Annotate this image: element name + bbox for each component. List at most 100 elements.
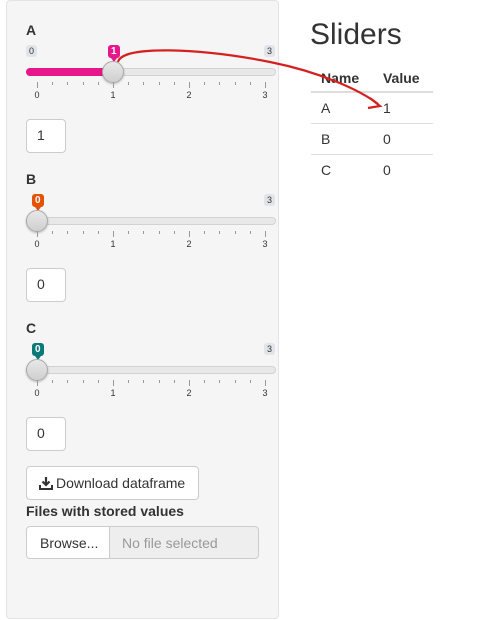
slider-tick [204, 231, 206, 234]
slider-tick [82, 380, 84, 383]
slider-tick [234, 82, 236, 85]
slider-tick [143, 231, 145, 234]
table-cell-value: 0 [372, 122, 433, 154]
slider-tick [143, 380, 145, 383]
slider-tick [67, 231, 69, 234]
slider-tick [219, 231, 221, 234]
column-header-name: Name [311, 66, 373, 93]
slider-a-fill [26, 68, 113, 76]
slider-tick-label: 3 [262, 90, 268, 100]
slider-tick [128, 82, 130, 85]
slider-tick [113, 82, 114, 88]
table-row: C 0 [311, 153, 433, 185]
slider-tick [265, 231, 266, 237]
download-icon [39, 476, 53, 493]
slider-c-handle[interactable] [26, 359, 48, 381]
slider-b-numeric-input[interactable]: 0 [26, 268, 66, 302]
slider-tick [158, 82, 160, 85]
download-button-label: Download dataframe [56, 475, 186, 491]
table-row: B 0 [311, 122, 433, 154]
slider-b-value-badge: 0 [32, 194, 44, 211]
slider-tick [173, 380, 175, 383]
slider-a-min: 0 [26, 45, 38, 57]
slider-tick [219, 380, 221, 383]
slider-b-max: 3 [264, 194, 276, 206]
slider-tick-label: 2 [186, 388, 192, 398]
slider-tick-label: 0 [34, 388, 40, 398]
slider-tick [52, 82, 54, 85]
slider-b-ticks: 0 1 2 3 [26, 231, 276, 251]
slider-tick [37, 231, 38, 237]
slider-tick [128, 231, 130, 234]
slider-tick [249, 380, 251, 383]
slider-tick [113, 231, 114, 237]
slider-tick [143, 82, 145, 85]
slider-c-numeric-input[interactable]: 0 [26, 417, 66, 451]
column-header-value: Value [372, 66, 433, 93]
slider-tick [67, 380, 69, 383]
slider-tick [82, 82, 84, 85]
table-cell-name: B [311, 122, 373, 154]
slider-tick [234, 380, 236, 383]
slider-tick-label: 2 [186, 239, 192, 249]
slider-c-track[interactable] [26, 366, 276, 374]
slider-tick [128, 380, 130, 383]
slider-tick-label: 3 [262, 239, 268, 249]
slider-tick [158, 231, 160, 234]
table-cell-value: 0 [372, 153, 433, 185]
file-name-field[interactable]: No file selected [110, 526, 259, 559]
slider-tick [265, 82, 266, 88]
slider-tick [265, 380, 266, 386]
table-cell-name: C [311, 153, 373, 185]
slider-tick [204, 82, 206, 85]
slider-tick [189, 82, 190, 88]
slider-b-label: B [26, 171, 37, 187]
values-table: Name Value A 1 B 0 C 0 [311, 66, 433, 185]
table-cell-value: 1 [382, 99, 391, 116]
slider-tick [113, 380, 114, 386]
file-input-label: Files with stored values [26, 503, 184, 519]
slider-c-ticks: 0 1 2 3 [26, 380, 276, 400]
slider-c-max: 3 [264, 343, 276, 355]
slider-tick [204, 380, 206, 383]
slider-tick [219, 82, 221, 85]
download-dataframe-button[interactable]: Download dataframe [26, 466, 199, 500]
slider-tick-label: 1 [110, 388, 116, 398]
table-row: A 1 [311, 92, 433, 123]
slider-c-label: C [26, 320, 37, 336]
slider-tick-label: 1 [110, 90, 116, 100]
slider-tick [173, 82, 175, 85]
slider-tick-label: 0 [34, 90, 40, 100]
slider-a-label: A [26, 22, 37, 38]
slider-a-numeric-input[interactable]: 1 [26, 119, 66, 153]
slider-a-max: 3 [264, 45, 276, 57]
slider-a-handle[interactable] [102, 61, 124, 83]
slider-tick [37, 380, 38, 386]
slider-b-handle[interactable] [26, 210, 48, 232]
slider-b-track[interactable] [26, 217, 276, 225]
slider-tick [52, 231, 54, 234]
slider-tick [189, 231, 190, 237]
slider-tick [173, 231, 175, 234]
slider-tick [249, 231, 251, 234]
slider-tick [37, 82, 38, 88]
slider-tick [97, 231, 99, 234]
slider-tick [67, 82, 69, 85]
page-title: Sliders [310, 18, 402, 51]
slider-a-value-badge: 1 [108, 45, 120, 62]
slider-tick [52, 380, 54, 383]
slider-tick [97, 82, 99, 85]
slider-c-value-badge: 0 [32, 343, 44, 360]
slider-a-ticks: 0 1 2 3 [26, 82, 276, 102]
slider-tick-label: 3 [262, 388, 268, 398]
slider-tick-label: 2 [186, 90, 192, 100]
table-cell-name: A [321, 99, 331, 116]
slider-tick [82, 231, 84, 234]
slider-tick [249, 82, 251, 85]
slider-tick [158, 380, 160, 383]
browse-button[interactable]: Browse... [26, 526, 110, 559]
slider-tick [97, 380, 99, 383]
slider-tick [234, 231, 236, 234]
slider-tick [189, 380, 190, 386]
slider-tick-label: 0 [34, 239, 40, 249]
